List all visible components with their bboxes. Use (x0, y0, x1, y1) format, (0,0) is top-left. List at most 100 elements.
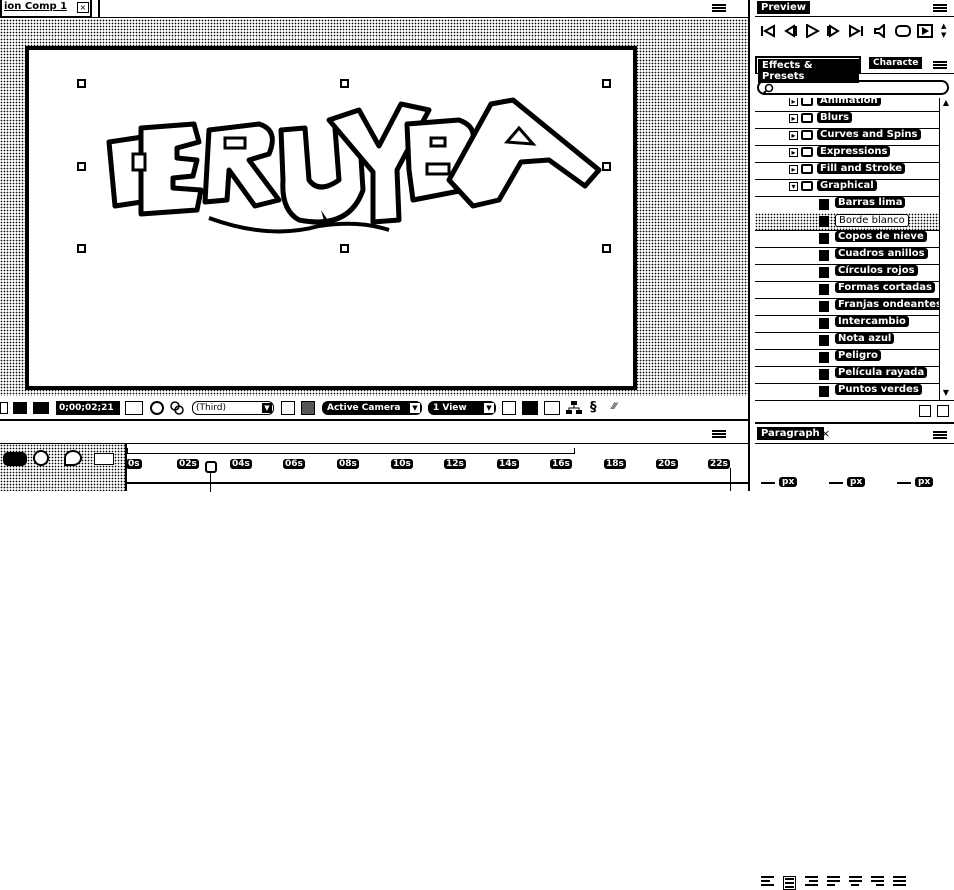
delete-icon[interactable] (937, 405, 949, 417)
scroll-up-icon[interactable]: ▲ (941, 98, 951, 108)
align-left-icon[interactable] (761, 876, 774, 890)
search-input[interactable] (775, 82, 935, 93)
exposure-icon[interactable]: ⁄⁄⁄ (612, 402, 630, 414)
tree-category-row[interactable]: ▸ Expressions (755, 145, 939, 163)
transparency-grid-icon[interactable] (301, 401, 315, 415)
expand-triangle-icon[interactable]: ▸ (789, 114, 798, 123)
tree-preset-row[interactable]: Barras lima (755, 196, 939, 214)
close-icon[interactable]: × (77, 2, 89, 13)
panel-menu-icon[interactable] (933, 431, 947, 440)
indent-left-field[interactable]: px (779, 477, 798, 487)
timeline-icon[interactable] (544, 401, 560, 415)
effects-scrollbar[interactable]: ▲ ▼ (939, 98, 952, 400)
effects-search-field[interactable] (757, 80, 949, 95)
timeline-scroll-end[interactable] (730, 468, 748, 491)
collapse-triangle-icon[interactable]: ▾ (789, 182, 798, 191)
expand-triangle-icon[interactable]: ▸ (789, 131, 798, 140)
tree-preset-row[interactable]: Nota azul (755, 332, 939, 350)
panel-menu-icon[interactable] (933, 61, 947, 70)
tree-preset-row[interactable]: Círculos rojos (755, 264, 939, 282)
transform-handle[interactable] (340, 79, 349, 88)
draft-3d-icon[interactable] (64, 450, 82, 466)
loop-icon[interactable] (895, 24, 911, 38)
transform-handle[interactable] (602, 162, 611, 171)
transform-handle[interactable] (602, 244, 611, 253)
scroll-down-icon[interactable]: ▼ (941, 388, 951, 398)
tree-preset-row[interactable]: Puntos verdes (755, 383, 939, 400)
tree-category-row[interactable]: ▸ Blurs (755, 111, 939, 129)
reset-exposure-icon[interactable]: § (590, 400, 604, 416)
transform-handle[interactable] (77, 162, 86, 171)
previous-frame-icon[interactable] (782, 24, 798, 38)
panel-menu-icon[interactable] (712, 4, 726, 13)
close-icon[interactable]: × (821, 427, 830, 440)
panel-divider[interactable] (748, 0, 753, 491)
close-icon[interactable]: × (851, 59, 860, 72)
hide-shy-layers-icon[interactable] (94, 453, 114, 465)
composition-viewer[interactable] (0, 38, 748, 396)
justify-right-icon[interactable] (871, 876, 884, 890)
first-frame-icon[interactable] (760, 24, 776, 38)
time-ruler[interactable] (125, 444, 750, 492)
tab-effects-presets[interactable]: Effects & Presets × (755, 56, 861, 83)
resolution-select[interactable]: (Third) ▼ (192, 401, 274, 415)
magnification-icon[interactable] (13, 402, 27, 414)
show-snapshot-icon[interactable] (150, 401, 164, 415)
expand-triangle-icon[interactable]: ▸ (789, 98, 798, 106)
tab-character[interactable]: Characte (867, 56, 939, 74)
expand-triangle-icon[interactable]: ▸ (789, 148, 798, 157)
playhead-handle[interactable] (205, 461, 217, 473)
view-layout-select[interactable]: 1 View ▼ (428, 401, 496, 415)
paragraph-title[interactable]: Paragraph (757, 427, 824, 440)
camera-snapshot-icon[interactable] (125, 401, 143, 415)
transform-handle[interactable] (340, 244, 349, 253)
ram-preview-icon[interactable] (917, 24, 933, 38)
play-icon[interactable] (804, 23, 821, 39)
preview-title[interactable]: Preview (757, 1, 811, 14)
align-center-icon[interactable] (783, 876, 796, 890)
indent-right-field[interactable]: px (915, 477, 934, 487)
camera-select[interactable]: Active Camera ▼ (322, 401, 422, 415)
tree-preset-row[interactable]: Película rayada (755, 366, 939, 384)
live-update-icon[interactable] (33, 450, 49, 466)
new-folder-icon[interactable] (919, 405, 931, 417)
timeline-divider[interactable] (0, 419, 748, 423)
tree-preset-row[interactable]: Copos de nieve (755, 230, 939, 248)
grid-icon[interactable] (33, 402, 49, 414)
toggle-pixel-aspect-icon[interactable] (502, 401, 516, 415)
transform-handle[interactable] (602, 79, 611, 88)
region-of-interest-icon[interactable] (281, 401, 295, 415)
flowchart-icon[interactable] (566, 401, 582, 415)
tree-preset-row[interactable]: Franjas ondeantes (755, 298, 939, 316)
transform-handle[interactable] (77, 244, 86, 253)
indent-first-field[interactable]: px (847, 477, 866, 487)
work-area-bar[interactable] (127, 448, 575, 454)
panel-menu-icon[interactable] (933, 4, 947, 13)
comp-canvas[interactable] (25, 46, 637, 390)
tree-preset-row[interactable]: Peligro (755, 349, 939, 367)
tree-preset-row[interactable]: Intercambio (755, 315, 939, 333)
align-right-icon[interactable] (805, 876, 818, 890)
audio-icon[interactable] (873, 22, 889, 40)
justify-left-icon[interactable] (827, 876, 840, 890)
last-frame-icon[interactable] (848, 24, 864, 38)
composition-tab[interactable]: ion Comp 1 × (0, 0, 92, 18)
composition-mini-flowchart-icon[interactable] (3, 452, 27, 466)
tree-preset-row-selected[interactable]: Borde blanco (755, 213, 939, 231)
channel-icon[interactable] (170, 401, 184, 415)
timecode-display[interactable]: 0;00;02;21 (56, 401, 120, 415)
justify-all-icon[interactable] (893, 876, 906, 890)
scroll-arrows-icon[interactable]: ▲ ▼ (941, 22, 951, 42)
expand-triangle-icon[interactable]: ▸ (789, 165, 798, 174)
tree-category-row[interactable]: ▸ Curves and Spins (755, 128, 939, 146)
tree-preset-row[interactable]: Formas cortadas (755, 281, 939, 299)
transform-handle[interactable] (77, 79, 86, 88)
tree-category-row[interactable]: ▸ Animation (755, 98, 939, 112)
justify-center-icon[interactable] (849, 876, 862, 890)
tree-category-row[interactable]: ▾ Graphical (755, 179, 939, 197)
panel-menu-icon[interactable] (712, 430, 726, 439)
tree-preset-row[interactable]: Cuadros anillos (755, 247, 939, 265)
next-frame-icon[interactable] (826, 24, 842, 38)
fast-previews-icon[interactable] (522, 401, 538, 415)
tree-category-row[interactable]: ▸ Fill and Stroke (755, 162, 939, 180)
